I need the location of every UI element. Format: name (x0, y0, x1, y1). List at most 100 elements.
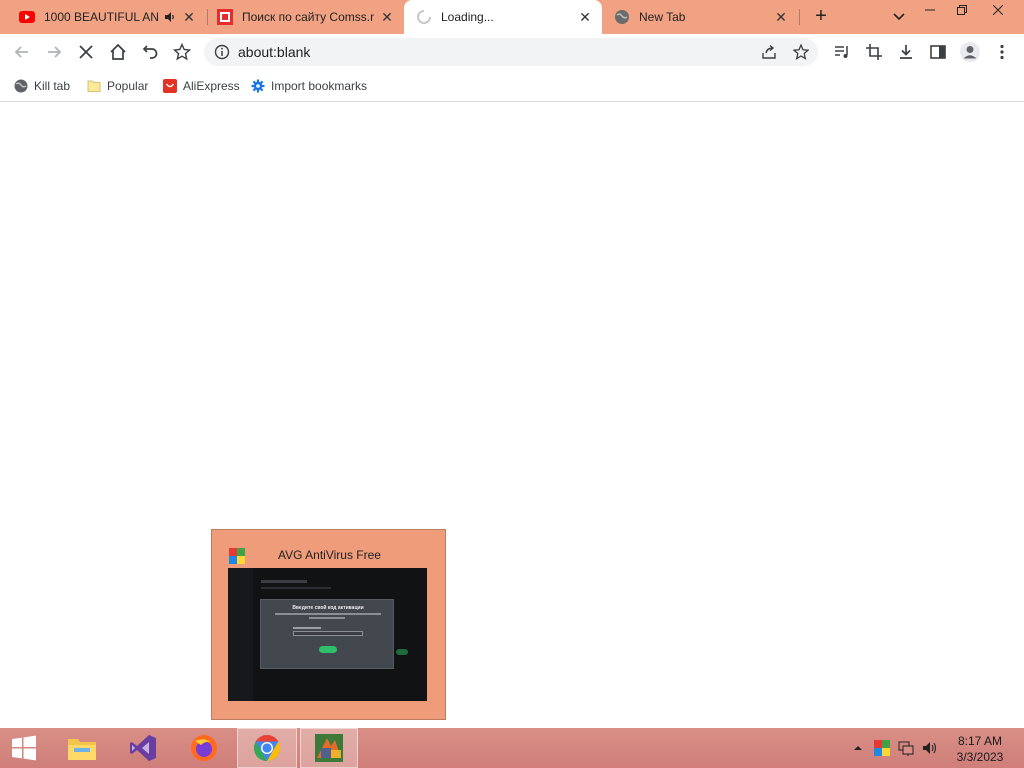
page-content[interactable] (0, 103, 1024, 728)
tab-title: Поиск по сайту Comss.r (242, 10, 374, 24)
forward-arrow-icon (48, 46, 62, 58)
loading-spinner-icon (417, 10, 431, 24)
avg-taskbar-icon (315, 734, 343, 762)
show-hidden-icons-button[interactable] (850, 740, 866, 756)
thumbnail-sidebar (228, 568, 253, 701)
star-icon (793, 44, 809, 60)
file-explorer-icon (68, 739, 96, 760)
taskbar-thumbnail-preview[interactable]: AVG AntiVirus Free Введите свой код акти… (211, 529, 446, 720)
taskbar-file-explorer[interactable] (54, 728, 110, 768)
thumbnail-subheader-line (261, 587, 331, 589)
share-button[interactable] (760, 43, 778, 61)
globe-icon (615, 10, 629, 24)
back-button[interactable] (10, 40, 34, 64)
tab-close-button[interactable]: ✕ (380, 10, 394, 24)
background-button (396, 649, 408, 655)
avg-icon (229, 548, 245, 564)
volume-icon (923, 742, 937, 754)
avg-tray-icon (874, 740, 890, 756)
dialog-text-line (309, 617, 345, 619)
tab-title: New Tab (639, 10, 686, 24)
bookmark-label: Popular (107, 79, 149, 93)
crop-button[interactable] (862, 40, 886, 64)
bookmark-label: AliExpress (183, 79, 240, 93)
tab-close-button[interactable]: ✕ (774, 10, 788, 24)
info-icon[interactable] (214, 44, 230, 60)
download-icon (900, 45, 912, 59)
minimize-icon (925, 9, 935, 11)
start-button[interactable] (0, 728, 48, 768)
tab-comss[interactable]: Поиск по сайту Comss.r ✕ (206, 0, 404, 34)
stop-x-icon (79, 45, 93, 59)
activation-code-input (293, 631, 363, 636)
tray-volume[interactable] (922, 740, 938, 756)
activation-dialog-title: Введите свой код активации (292, 605, 364, 611)
close-window-button[interactable] (980, 0, 1016, 20)
kebab-menu-icon (1000, 44, 1004, 60)
bookmark-aliexpress[interactable]: AliExpress (163, 76, 240, 96)
url-input[interactable] (238, 42, 718, 62)
restore-button[interactable] (946, 0, 978, 20)
minimize-button[interactable] (914, 0, 946, 20)
bookmark-label: Import bookmarks (271, 79, 368, 93)
address-bar[interactable] (204, 38, 818, 66)
side-panel-button[interactable] (926, 40, 950, 64)
tab-loading[interactable]: Loading... ✕ (404, 0, 602, 34)
star-icon (173, 43, 191, 61)
downloads-button[interactable] (894, 40, 918, 64)
tray-network[interactable] (898, 740, 914, 756)
comss-icon (217, 9, 233, 25)
crop-icon (866, 44, 882, 60)
tab-youtube[interactable]: 1000 BEAUTIFUL AN ✕ (0, 0, 206, 34)
tab-close-button[interactable]: ✕ (182, 10, 196, 24)
forward-button[interactable] (42, 40, 66, 64)
menu-button[interactable] (990, 40, 1014, 64)
bookmark-import[interactable]: Import bookmarks (251, 76, 367, 96)
windows-start-icon (12, 735, 36, 761)
activation-submit-button (319, 646, 337, 653)
clock-time: 8:17 AM (957, 734, 1003, 748)
side-panel-icon (930, 45, 946, 59)
taskbar-firefox[interactable] (176, 728, 232, 768)
speaker-icon[interactable] (164, 11, 176, 23)
dialog-text-line (275, 613, 381, 615)
gear-icon (251, 79, 265, 93)
folder-icon (87, 80, 101, 92)
restore-icon (957, 5, 967, 15)
avatar-icon (960, 42, 980, 62)
activation-dialog: Введите свой код активации (260, 599, 394, 669)
home-icon (110, 43, 126, 60)
taskbar-visual-studio[interactable] (115, 728, 171, 768)
windows-taskbar: 8:17 AM 3/3/2023 (0, 728, 1024, 768)
close-icon (993, 5, 1003, 15)
tray-avg[interactable] (874, 740, 890, 756)
network-icon (898, 741, 914, 756)
dialog-field-label (293, 627, 321, 629)
media-controls-button[interactable] (830, 40, 854, 64)
preview-title: AVG AntiVirus Free (278, 548, 381, 562)
bookmark-star-button[interactable] (792, 43, 810, 61)
share-icon (762, 44, 776, 59)
new-tab-button[interactable]: + (810, 6, 832, 28)
profile-button[interactable] (958, 40, 982, 64)
stop-loading-button[interactable] (74, 40, 98, 64)
bookmark-page-button[interactable] (170, 40, 194, 64)
undo-close-tab-button[interactable] (138, 40, 162, 64)
browser-toolbar (0, 34, 1024, 70)
globe-icon (14, 79, 28, 93)
tab-close-button[interactable]: ✕ (578, 10, 592, 24)
firefox-icon (191, 735, 217, 761)
tab-title: Loading... (441, 10, 494, 24)
bookmark-kill-tab[interactable]: Kill tab (14, 76, 70, 96)
tab-new-tab[interactable]: New Tab ✕ (602, 0, 798, 34)
bookmark-folder-popular[interactable]: Popular (87, 76, 148, 96)
taskbar-chrome[interactable] (237, 728, 297, 768)
taskbar-clock[interactable]: 8:17 AM 3/3/2023 (946, 733, 1014, 765)
thumbnail-header-line (261, 580, 307, 583)
tab-search-chevron-icon[interactable] (890, 8, 908, 26)
playlist-music-icon (835, 46, 848, 58)
taskbar-avg[interactable] (300, 728, 358, 768)
youtube-icon (19, 11, 35, 23)
home-button[interactable] (106, 40, 130, 64)
preview-thumbnail[interactable]: Введите свой код активации (228, 568, 427, 701)
